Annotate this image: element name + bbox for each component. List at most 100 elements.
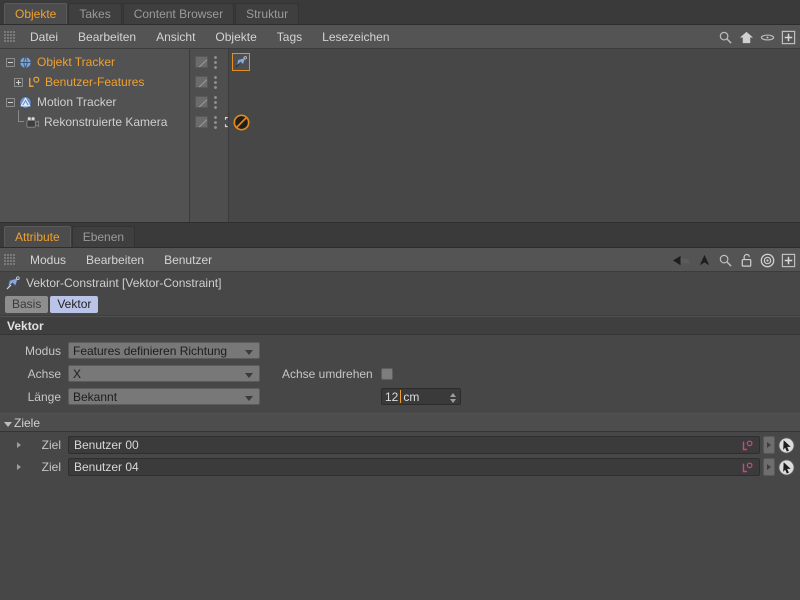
tree-item-rekonstruierte-kamera[interactable]: Rekonstruierte Kamera bbox=[0, 110, 189, 132]
search-icon[interactable] bbox=[718, 30, 733, 45]
dropdown-laenge[interactable]: Bekannt bbox=[68, 388, 260, 405]
object-manager-menubar: Datei Bearbeiten Ansicht Objekte Tags Le… bbox=[0, 25, 800, 49]
expander-plus-icon[interactable] bbox=[14, 77, 23, 87]
visibility-row[interactable] bbox=[190, 52, 228, 72]
label-ziel: Ziel bbox=[41, 460, 61, 474]
tag-row[interactable] bbox=[232, 92, 800, 112]
tag-row[interactable] bbox=[232, 52, 800, 72]
menu-datei[interactable]: Datei bbox=[20, 25, 68, 49]
field-row-modus: Modus Features definieren Richtung bbox=[0, 340, 800, 361]
visibility-row[interactable] bbox=[190, 112, 236, 132]
link-expand-button[interactable] bbox=[763, 436, 775, 454]
chevron-right-icon[interactable] bbox=[17, 442, 21, 448]
menu-bearbeiten[interactable]: Bearbeiten bbox=[68, 25, 146, 49]
menu-objekte[interactable]: Objekte bbox=[205, 25, 266, 49]
link-expand-button[interactable] bbox=[763, 458, 775, 476]
up-arrow-icon[interactable] bbox=[697, 253, 712, 268]
object-manager-body: Objekt Tracker Benutzer-Features Motion … bbox=[0, 49, 800, 223]
sphere-tracker-icon bbox=[19, 55, 32, 69]
chevron-right-icon[interactable] bbox=[17, 464, 21, 470]
input-length-value: 12 bbox=[385, 389, 399, 404]
object-tree[interactable]: Objekt Tracker Benutzer-Features Motion … bbox=[0, 49, 190, 222]
attribute-manager-menubar: Modus Bearbeiten Benutzer bbox=[0, 248, 800, 272]
visibility-row[interactable] bbox=[190, 92, 228, 112]
tab-attribute[interactable]: Attribute bbox=[4, 226, 71, 247]
menu-benutzer[interactable]: Benutzer bbox=[154, 248, 222, 272]
dropdown-achse-value: X bbox=[73, 366, 82, 381]
l-zero-icon bbox=[29, 76, 40, 87]
camera-icon bbox=[26, 115, 39, 128]
drag-grip-icon[interactable] bbox=[4, 254, 15, 265]
label-achse: Achse bbox=[27, 366, 61, 381]
visibility-swatch-icon[interactable] bbox=[195, 116, 208, 128]
attribute-manager-toolbar bbox=[672, 248, 796, 272]
object-manager-toolbar bbox=[718, 25, 796, 49]
tab-content-browser[interactable]: Content Browser bbox=[122, 3, 235, 24]
subtab-vektor[interactable]: Vektor bbox=[50, 296, 99, 313]
link-icon[interactable] bbox=[760, 30, 775, 45]
motion-tracker-icon bbox=[19, 95, 32, 109]
input-length[interactable]: 12 cm bbox=[381, 388, 461, 405]
tree-item-motion-tracker[interactable]: Motion Tracker bbox=[0, 92, 189, 112]
tab-objekte[interactable]: Objekte bbox=[4, 3, 68, 24]
home-icon[interactable] bbox=[739, 30, 754, 45]
spinner-down-icon[interactable] bbox=[449, 398, 456, 403]
enable-dots-icon[interactable] bbox=[214, 115, 218, 129]
dropdown-modus[interactable]: Features definieren Richtung bbox=[68, 342, 260, 359]
menu-lesezeichen[interactable]: Lesezeichen bbox=[312, 25, 399, 49]
add-box-icon[interactable] bbox=[781, 253, 796, 268]
enable-dots-icon[interactable] bbox=[214, 55, 218, 69]
tree-item-benutzer-features[interactable]: Benutzer-Features bbox=[0, 72, 189, 92]
search-icon[interactable] bbox=[718, 253, 733, 268]
spinner-up-icon[interactable] bbox=[449, 392, 456, 397]
target-icon[interactable] bbox=[760, 253, 775, 268]
spinner-length[interactable] bbox=[449, 391, 456, 404]
expander-minus-icon[interactable] bbox=[6, 97, 15, 107]
link-field-ziel[interactable]: Benutzer 04 bbox=[68, 458, 760, 476]
unlock-icon[interactable] bbox=[739, 253, 754, 268]
object-visibility-columns bbox=[190, 49, 236, 222]
enable-dots-icon[interactable] bbox=[214, 95, 218, 109]
label-modus: Modus bbox=[24, 343, 61, 358]
dropdown-achse[interactable]: X bbox=[68, 365, 260, 382]
input-length-unit: cm bbox=[403, 389, 420, 404]
cursor-pick-icon[interactable] bbox=[778, 436, 795, 454]
subtab-basis[interactable]: Basis bbox=[5, 296, 49, 313]
tab-struktur[interactable]: Struktur bbox=[235, 3, 300, 24]
menu-ansicht[interactable]: Ansicht bbox=[146, 25, 205, 49]
l-zero-icon bbox=[742, 462, 753, 473]
no-render-icon[interactable] bbox=[233, 113, 250, 131]
visibility-swatch-icon[interactable] bbox=[195, 76, 208, 88]
menu-bearbeiten[interactable]: Bearbeiten bbox=[76, 248, 154, 272]
group-header-ziele[interactable]: Ziele bbox=[0, 413, 800, 432]
tag-row[interactable] bbox=[232, 72, 800, 92]
expander-minus-icon[interactable] bbox=[6, 57, 15, 67]
pin-tag-icon bbox=[235, 56, 247, 68]
tree-item-objekt-tracker[interactable]: Objekt Tracker bbox=[0, 52, 189, 72]
group-header-ziele-label: Ziele bbox=[14, 415, 41, 430]
tree-item-label: Motion Tracker bbox=[37, 95, 117, 109]
visibility-swatch-icon[interactable] bbox=[195, 56, 208, 68]
enable-dots-icon[interactable] bbox=[214, 75, 218, 89]
dropdown-modus-value: Features definieren Richtung bbox=[73, 343, 228, 358]
tag-row[interactable] bbox=[232, 112, 800, 132]
visibility-swatch-icon[interactable] bbox=[195, 96, 208, 108]
tab-takes[interactable]: Takes bbox=[68, 3, 122, 24]
chevron-down-icon bbox=[245, 396, 253, 401]
drag-grip-icon[interactable] bbox=[4, 31, 15, 42]
back-arrow-icon[interactable] bbox=[672, 253, 691, 268]
checkbox-achse-umdrehen[interactable] bbox=[380, 367, 393, 380]
menu-tags[interactable]: Tags bbox=[267, 25, 312, 49]
link-field-value: Benutzer 00 bbox=[74, 438, 139, 452]
visibility-row[interactable] bbox=[190, 72, 228, 92]
tag-slot-selected[interactable] bbox=[232, 53, 250, 71]
menu-modus[interactable]: Modus bbox=[20, 248, 76, 272]
link-field-value: Benutzer 04 bbox=[74, 460, 139, 474]
tab-ebenen[interactable]: Ebenen bbox=[71, 226, 136, 247]
pin-icon bbox=[6, 276, 20, 290]
chevron-down-icon[interactable] bbox=[4, 422, 12, 427]
add-box-icon[interactable] bbox=[781, 30, 796, 45]
chevron-down-icon bbox=[245, 373, 253, 378]
link-field-ziel[interactable]: Benutzer 00 bbox=[68, 436, 760, 454]
cursor-pick-icon[interactable] bbox=[778, 458, 795, 476]
